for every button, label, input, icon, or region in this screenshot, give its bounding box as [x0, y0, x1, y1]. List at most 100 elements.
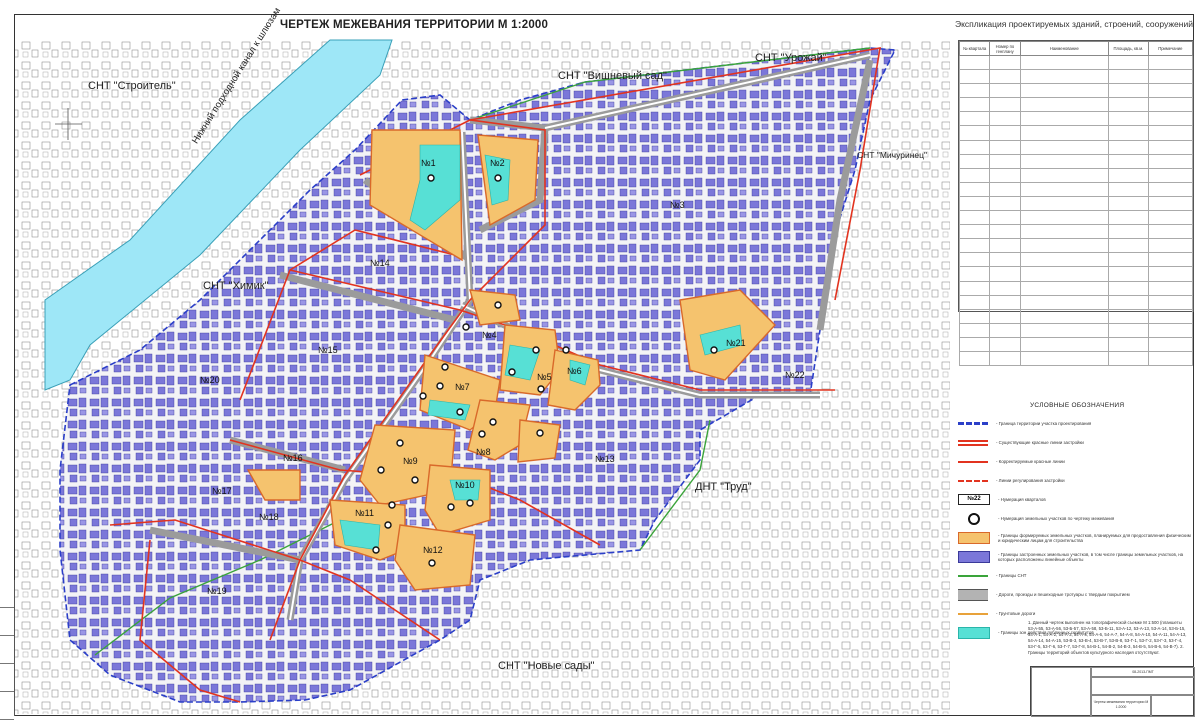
- snt-green-symbol: [958, 574, 988, 577]
- explication-cell: [1019, 83, 1110, 99]
- explication-cell: [958, 54, 991, 71]
- legend-item: - Границы формируемых земельных участков…: [958, 528, 1194, 547]
- legend-item: - Границы застроенных земельных участков…: [958, 547, 1194, 566]
- legend-text: - Линии регулирования застройки: [996, 478, 1065, 483]
- explication-row: [958, 252, 1194, 268]
- explication-cell: [958, 336, 991, 352]
- explication-cell: [989, 336, 1021, 352]
- stamp-project: [1091, 677, 1195, 695]
- explication-cell: [1108, 54, 1149, 71]
- explication-cell: [958, 224, 991, 240]
- red-line-corrected-symbol: [958, 460, 988, 463]
- explication-cell: [1019, 69, 1110, 85]
- explication-row: [958, 195, 1194, 212]
- explication-cell: [958, 153, 991, 169]
- explication-row: [958, 266, 1194, 282]
- explication-row: [958, 97, 1194, 113]
- explication-cell: [989, 238, 1021, 254]
- explication-cell: [1019, 167, 1110, 183]
- explication-cell: [958, 111, 991, 127]
- explication-cell: [1108, 195, 1149, 212]
- parcel-purple-symbol: [958, 550, 990, 563]
- legend-item: №22 - Нумерация кварталов: [958, 490, 1194, 509]
- explication-cell: [1019, 224, 1110, 240]
- legend-text: - Дороги, проезды и пешеходные тротуары …: [996, 592, 1130, 597]
- stamp-org: [1151, 695, 1195, 717]
- explication-row: [958, 350, 1194, 367]
- explication-row: [958, 139, 1194, 155]
- explication-header: № квартала: [958, 41, 991, 56]
- explication-cell: [958, 322, 991, 338]
- parcel-orange-symbol: [958, 531, 990, 544]
- explication-cell: [989, 167, 1021, 183]
- explication-cell: [1147, 266, 1194, 282]
- explication-cell: [958, 167, 991, 183]
- quarter-label: №7: [455, 382, 470, 392]
- explication-cell: [1108, 125, 1149, 141]
- label-snt-urozhai: СНТ "Урожай": [755, 52, 827, 64]
- explication-cell: [1147, 280, 1194, 296]
- quarter-label: №16: [283, 453, 303, 463]
- explication-cell: [989, 54, 1021, 71]
- legend-item: - Корректируемые красные линии: [958, 452, 1194, 471]
- quarter-label: №3: [670, 200, 685, 210]
- legend-text: - Нумерация кварталов: [998, 497, 1046, 502]
- explication-cell: [1147, 111, 1194, 127]
- explication-table: № квартала Номер по генплану Наименовани…: [958, 40, 1194, 367]
- explication-cell: [1108, 350, 1149, 367]
- drawing-title: ЧЕРТЕЖ МЕЖЕВАНИЯ ТЕРРИТОРИИ М 1:2000: [280, 19, 549, 31]
- explication-row: [958, 238, 1194, 254]
- explication-cell: [989, 224, 1021, 240]
- quarter-label: №20: [200, 375, 220, 385]
- quarter-label: №22: [785, 370, 805, 380]
- explication-cell: [1147, 350, 1194, 367]
- explication-cell: [1147, 54, 1194, 71]
- boundary-blue-dash-symbol: [958, 422, 988, 425]
- explication-row: [958, 308, 1194, 324]
- explication-cell: [989, 322, 1021, 338]
- explication-cell: [1019, 125, 1110, 141]
- explication-cell: [1019, 322, 1110, 338]
- legend-item: - Граница территории участка проектирова…: [958, 414, 1194, 433]
- explication-cell: [958, 181, 991, 197]
- quarter-label: №5: [537, 372, 552, 382]
- explication-cell: [958, 350, 991, 367]
- explication-cell: [989, 266, 1021, 282]
- explication-cell: [1019, 97, 1110, 113]
- explication-cell: [1019, 111, 1110, 127]
- explication-cell: [1147, 252, 1194, 268]
- explication-cell: [1108, 167, 1149, 183]
- explication-cell: [989, 195, 1021, 212]
- explication-cell: [1147, 195, 1194, 212]
- legend-text: - Грунтовые дороги: [996, 611, 1036, 616]
- explication-cell: [1019, 238, 1110, 254]
- explication-cell: [1108, 181, 1149, 197]
- explication-cell: [1108, 322, 1149, 338]
- explication-cell: [989, 69, 1021, 85]
- explication-cell: [989, 181, 1021, 197]
- explication-row: [958, 69, 1194, 85]
- explication-cell: [989, 280, 1021, 296]
- explication-cell: [958, 97, 991, 113]
- explication-cell: [1147, 210, 1194, 226]
- explication-row: [958, 181, 1194, 197]
- regulation-line-symbol: [958, 479, 988, 482]
- explication-cell: [958, 266, 991, 282]
- explication-cell: [1147, 69, 1194, 85]
- explication-row: [958, 83, 1194, 99]
- explication-cell: [1147, 125, 1194, 141]
- stamp-sheet-name: Чертеж межевания территории М 1:2000: [1091, 695, 1151, 717]
- explication-cell: [1147, 181, 1194, 197]
- label-snt-vishnevy: СНТ "Вишневый сад": [558, 70, 667, 82]
- explication-cell: [989, 139, 1021, 155]
- explication-header: Номер по генплану: [989, 41, 1021, 56]
- explication-row: [958, 111, 1194, 127]
- explication-cell: [1147, 294, 1194, 310]
- explication-cell: [1147, 153, 1194, 169]
- explication-cell: [1108, 266, 1149, 282]
- explication-cell: [1108, 111, 1149, 127]
- legend-item: - Границы СНТ: [958, 566, 1194, 585]
- quarter-label: №13: [595, 454, 615, 464]
- quarter-label: №2: [490, 158, 505, 168]
- quarter-label: №8: [476, 447, 491, 457]
